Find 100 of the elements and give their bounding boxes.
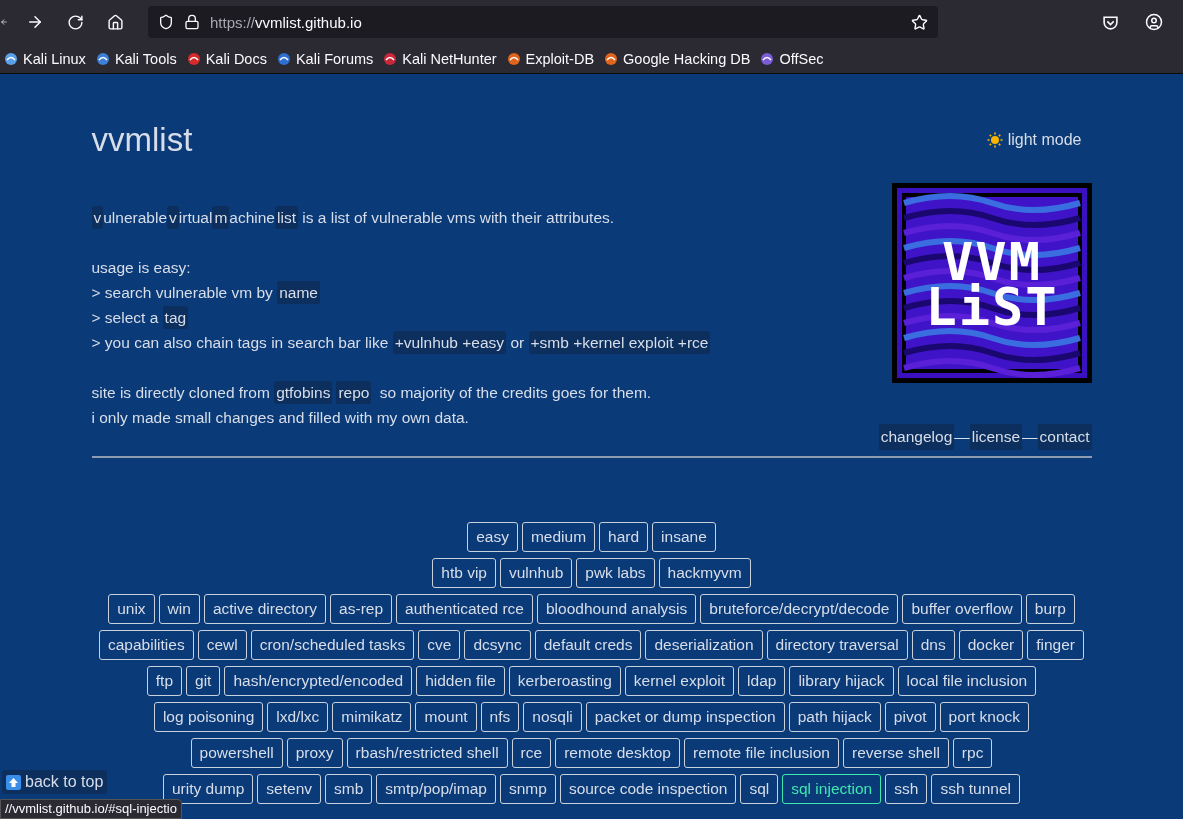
tag-button[interactable]: packet or dump inspection	[585, 702, 785, 732]
forward-arrow-icon[interactable]	[26, 13, 44, 31]
tag-button[interactable]: nosqli	[523, 702, 582, 732]
bookmark-link[interactable]: Exploit-DB	[506, 50, 595, 67]
tag-button[interactable]: docker	[958, 630, 1024, 660]
tag-button[interactable]: active directory	[203, 594, 327, 624]
tag-button[interactable]: proxy	[286, 738, 343, 768]
tag-button[interactable]: remote file inclusion	[684, 738, 839, 768]
bookmark-link[interactable]: OffSec	[760, 50, 824, 67]
tag-button[interactable]: htb vip	[432, 558, 496, 588]
bookmark-link[interactable]: Kali Forums	[276, 50, 374, 67]
tag-button[interactable]: ssh tunnel	[931, 774, 1021, 804]
tag-button[interactable]: ssh	[885, 774, 928, 804]
tag-button[interactable]: reverse shell	[843, 738, 949, 768]
tag-button[interactable]: medium	[521, 522, 596, 552]
tag-button[interactable]: bloodhound analysis	[536, 594, 697, 624]
tag-button[interactable]: rbash/restricted shell	[346, 738, 508, 768]
tag-button[interactable]: hackmyvm	[658, 558, 751, 588]
intro-text: > you can also chain tags in search bar like +vulnhub +easy or +smb +kernel exploit +rce	[91, 330, 711, 355]
tag-button[interactable]: git	[186, 666, 221, 696]
tag-button[interactable]: source code inspection	[559, 774, 737, 804]
tag-button[interactable]: local file inclusion	[897, 666, 1037, 696]
footer-link[interactable]: contact	[1037, 424, 1092, 450]
tag-button[interactable]: sql	[740, 774, 779, 804]
tag-button[interactable]: kerberoasting	[508, 666, 621, 696]
text-link[interactable]: gtfobins	[274, 381, 333, 404]
tag-button[interactable]: easy	[467, 522, 518, 552]
tag-button[interactable]: setenv	[257, 774, 321, 804]
tag-button[interactable]: sql injection	[782, 774, 882, 804]
tag-button[interactable]: hidden file	[416, 666, 505, 696]
back-to-top-link[interactable]: back to top	[2, 770, 108, 794]
tag-button[interactable]: path hijack	[788, 702, 881, 732]
tag-button[interactable]: log poisoning	[153, 702, 264, 732]
bookmark-link[interactable]: Kali Docs	[186, 50, 267, 67]
tag-button[interactable]: deserialization	[645, 630, 763, 660]
account-icon[interactable]	[1145, 13, 1163, 31]
tag-button[interactable]: lxd/lxc	[267, 702, 329, 732]
tag-button[interactable]: smb	[325, 774, 373, 804]
theme-toggle[interactable]: light mode	[985, 131, 1082, 149]
bookmark-link[interactable]: Kali NetHunter	[383, 50, 497, 67]
intro-text: > search vulnerable vm by name	[91, 280, 711, 305]
tag-button[interactable]: as-rep	[330, 594, 393, 624]
bookmark-link[interactable]: Kali Tools	[95, 50, 177, 67]
tag-button[interactable]: cron/scheduled tasks	[250, 630, 415, 660]
tag-button[interactable]: powershell	[190, 738, 283, 768]
tag-button[interactable]: remote desktop	[555, 738, 680, 768]
tag-button[interactable]: vulnhub	[500, 558, 573, 588]
bookmark-link[interactable]: Google Hacking DB	[604, 50, 751, 67]
tag-button[interactable]: unix	[108, 594, 155, 624]
tag-button[interactable]: smtp/pop/imap	[376, 774, 496, 804]
separator: —	[954, 428, 970, 446]
url-tooltip: //vvmlist.github.io/#sql-injectio	[0, 799, 182, 819]
footer-link[interactable]: changelog	[878, 424, 955, 450]
bookmark-icon	[186, 51, 201, 66]
intro-text: site is directly cloned from gtfobins repo so majority of the credits goes for them.	[91, 380, 711, 405]
bookmark-icon	[383, 51, 398, 66]
tag-button[interactable]: port knock	[939, 702, 1030, 732]
tag-button[interactable]: authenticated rce	[396, 594, 533, 624]
tag-button[interactable]: capabilities	[99, 630, 194, 660]
tag-button[interactable]: nfs	[480, 702, 520, 732]
tag-button[interactable]: win	[158, 594, 200, 624]
tag-button[interactable]: dcsync	[464, 630, 531, 660]
pocket-icon[interactable]	[1101, 13, 1119, 31]
tag-button[interactable]: ftp	[146, 666, 183, 696]
tag-button[interactable]: mimikatz	[332, 702, 412, 732]
shield-icon	[158, 14, 174, 30]
tag-button[interactable]: directory traversal	[766, 630, 908, 660]
tag-button[interactable]: ldap	[738, 666, 786, 696]
tag-button[interactable]: hard	[599, 522, 649, 552]
tag-button[interactable]: rpc	[952, 738, 993, 768]
home-icon[interactable]	[106, 13, 124, 31]
tag-button[interactable]: kernel exploit	[624, 666, 735, 696]
lock-icon	[184, 14, 200, 30]
tag-button[interactable]: finger	[1027, 630, 1084, 660]
tag-button[interactable]: dns	[911, 630, 955, 660]
tag-button[interactable]: burp	[1025, 594, 1075, 624]
tag-button[interactable]: buffer overflow	[902, 594, 1022, 624]
tag-button[interactable]: default creds	[534, 630, 642, 660]
tag-button[interactable]: library hijack	[789, 666, 894, 696]
bookmark-link[interactable]: Kali Linux	[4, 50, 86, 67]
tag-button[interactable]: cve	[418, 630, 461, 660]
tag-button[interactable]: pwk labs	[576, 558, 655, 588]
up-arrow-icon	[6, 774, 21, 790]
bookmark-icon	[4, 51, 18, 66]
tag-button[interactable]: insane	[652, 522, 716, 552]
tag-button[interactable]: hash/encrypted/encoded	[224, 666, 413, 696]
tag-button[interactable]: pivot	[884, 702, 936, 732]
text-link[interactable]: name	[277, 281, 320, 304]
tag-button[interactable]: rce	[511, 738, 552, 768]
bookmark-star-icon[interactable]	[911, 13, 928, 31]
text-link[interactable]: repo	[336, 381, 372, 404]
footer-link[interactable]: license	[969, 424, 1022, 450]
reload-icon[interactable]	[66, 13, 84, 31]
tag-button[interactable]: urity dump	[162, 774, 254, 804]
tag-button[interactable]: bruteforce/decrypt/decode	[700, 594, 899, 624]
tag-button[interactable]: mount	[415, 702, 477, 732]
address-bar[interactable]: https://vvmlist.github.io	[148, 6, 938, 38]
tag-button[interactable]: snmp	[499, 774, 556, 804]
text-link[interactable]: tag	[162, 306, 189, 329]
tag-button[interactable]: cewl	[197, 630, 247, 660]
